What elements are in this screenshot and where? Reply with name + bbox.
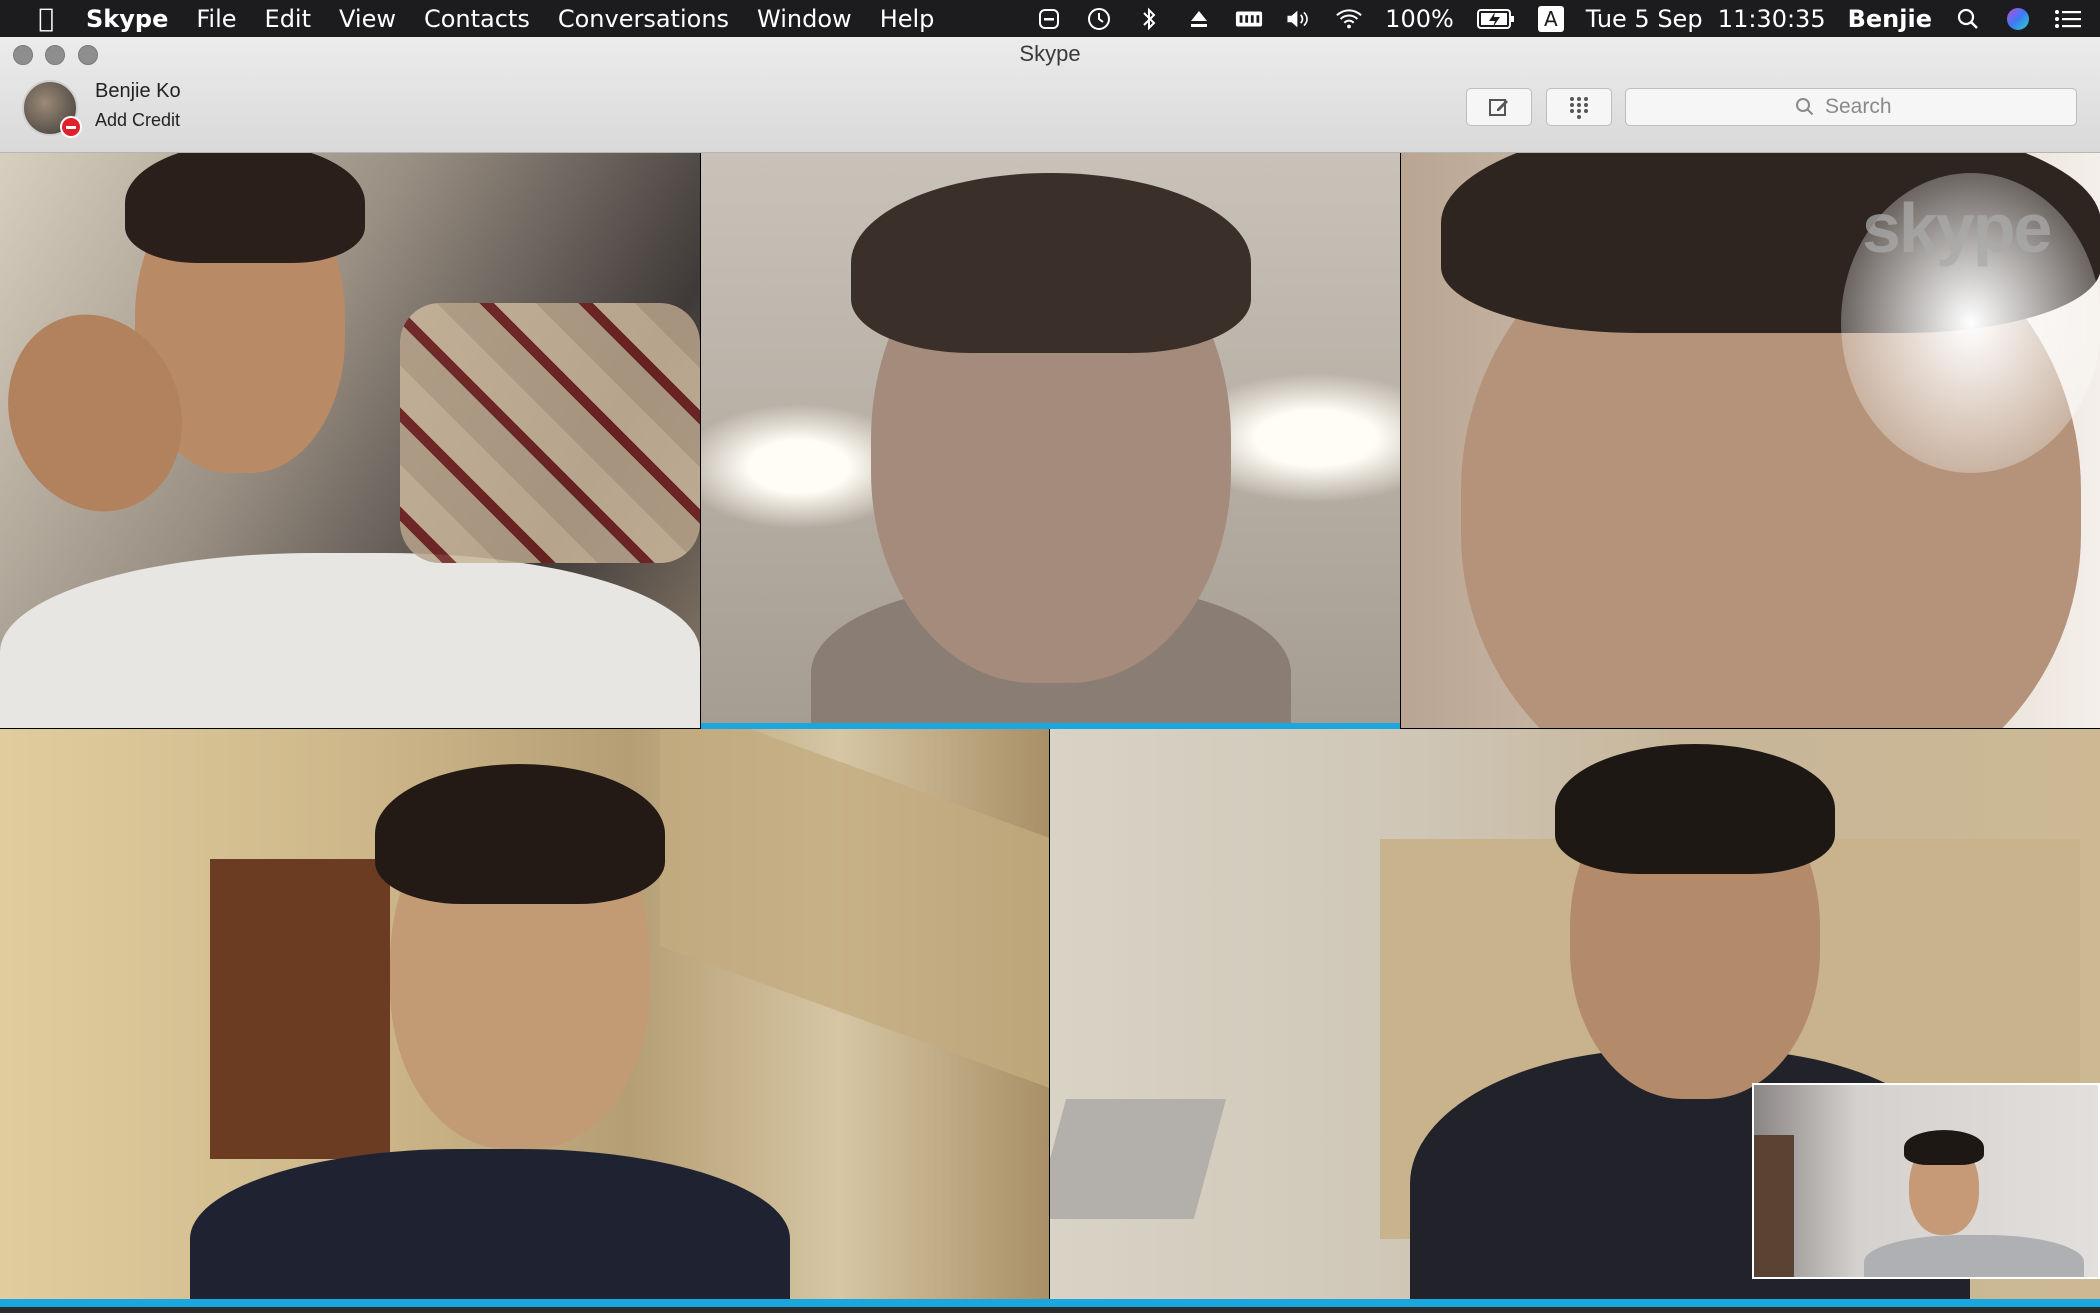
do-not-disturb-icon[interactable] (1035, 5, 1063, 33)
call-controls-strip (0, 1307, 2100, 1313)
profile-name[interactable]: Benjie Ko (95, 80, 181, 103)
menu-app-skype[interactable]: Skype (68, 5, 182, 33)
video-tile-participant-4[interactable] (0, 729, 1049, 1299)
video-tile-participant-1[interactable] (0, 153, 700, 728)
volume-icon[interactable] (1285, 5, 1313, 33)
dialpad-icon (1570, 97, 1588, 119)
notification-center-icon[interactable] (2054, 5, 2082, 33)
search-input[interactable] (1823, 94, 1907, 120)
call-progress-bar (0, 1299, 2100, 1307)
menu-view[interactable]: View (325, 5, 410, 33)
eject-icon[interactable] (1185, 5, 1213, 33)
apple-logo-icon[interactable]:  (24, 4, 68, 34)
search-field[interactable] (1625, 88, 2077, 126)
video-tile-participant-2[interactable] (701, 153, 1400, 723)
dial-pad-button[interactable] (1546, 88, 1612, 126)
input-source-label: A (1543, 6, 1558, 31)
window-title: Skype (1019, 41, 1081, 66)
battery-percent: 100% (1385, 4, 1454, 33)
skype-watermark: skype (1862, 189, 2052, 267)
memory-icon[interactable] (1235, 5, 1263, 33)
battery-charging-icon[interactable] (1476, 5, 1516, 33)
menu-bar:  Skype File Edit View Contacts Conversa… (0, 0, 2100, 37)
time-machine-icon[interactable] (1085, 5, 1113, 33)
bluetooth-icon[interactable] (1135, 5, 1163, 33)
menu-edit[interactable]: Edit (251, 5, 325, 33)
menu-window[interactable]: Window (743, 5, 866, 33)
search-icon (1796, 98, 1814, 116)
presence-busy-icon (60, 116, 82, 138)
compose-icon (1489, 99, 1508, 116)
wifi-icon[interactable] (1335, 5, 1363, 33)
spotlight-search-icon[interactable] (1954, 5, 1982, 33)
current-user[interactable]: Benjie (1848, 5, 1932, 33)
menu-contacts[interactable]: Contacts (410, 5, 544, 33)
menu-file[interactable]: File (182, 5, 250, 33)
add-credit-link[interactable]: Add Credit (95, 110, 180, 131)
new-conversation-button[interactable] (1466, 88, 1532, 126)
self-preview-video[interactable] (1752, 1083, 2100, 1279)
clock[interactable]: Tue 5 Sep 11:30:35 (1586, 5, 1826, 33)
siri-icon[interactable] (2004, 5, 2032, 33)
menu-conversations[interactable]: Conversations (544, 5, 743, 33)
input-source-icon[interactable]: A (1537, 5, 1564, 32)
menu-help[interactable]: Help (866, 5, 949, 33)
